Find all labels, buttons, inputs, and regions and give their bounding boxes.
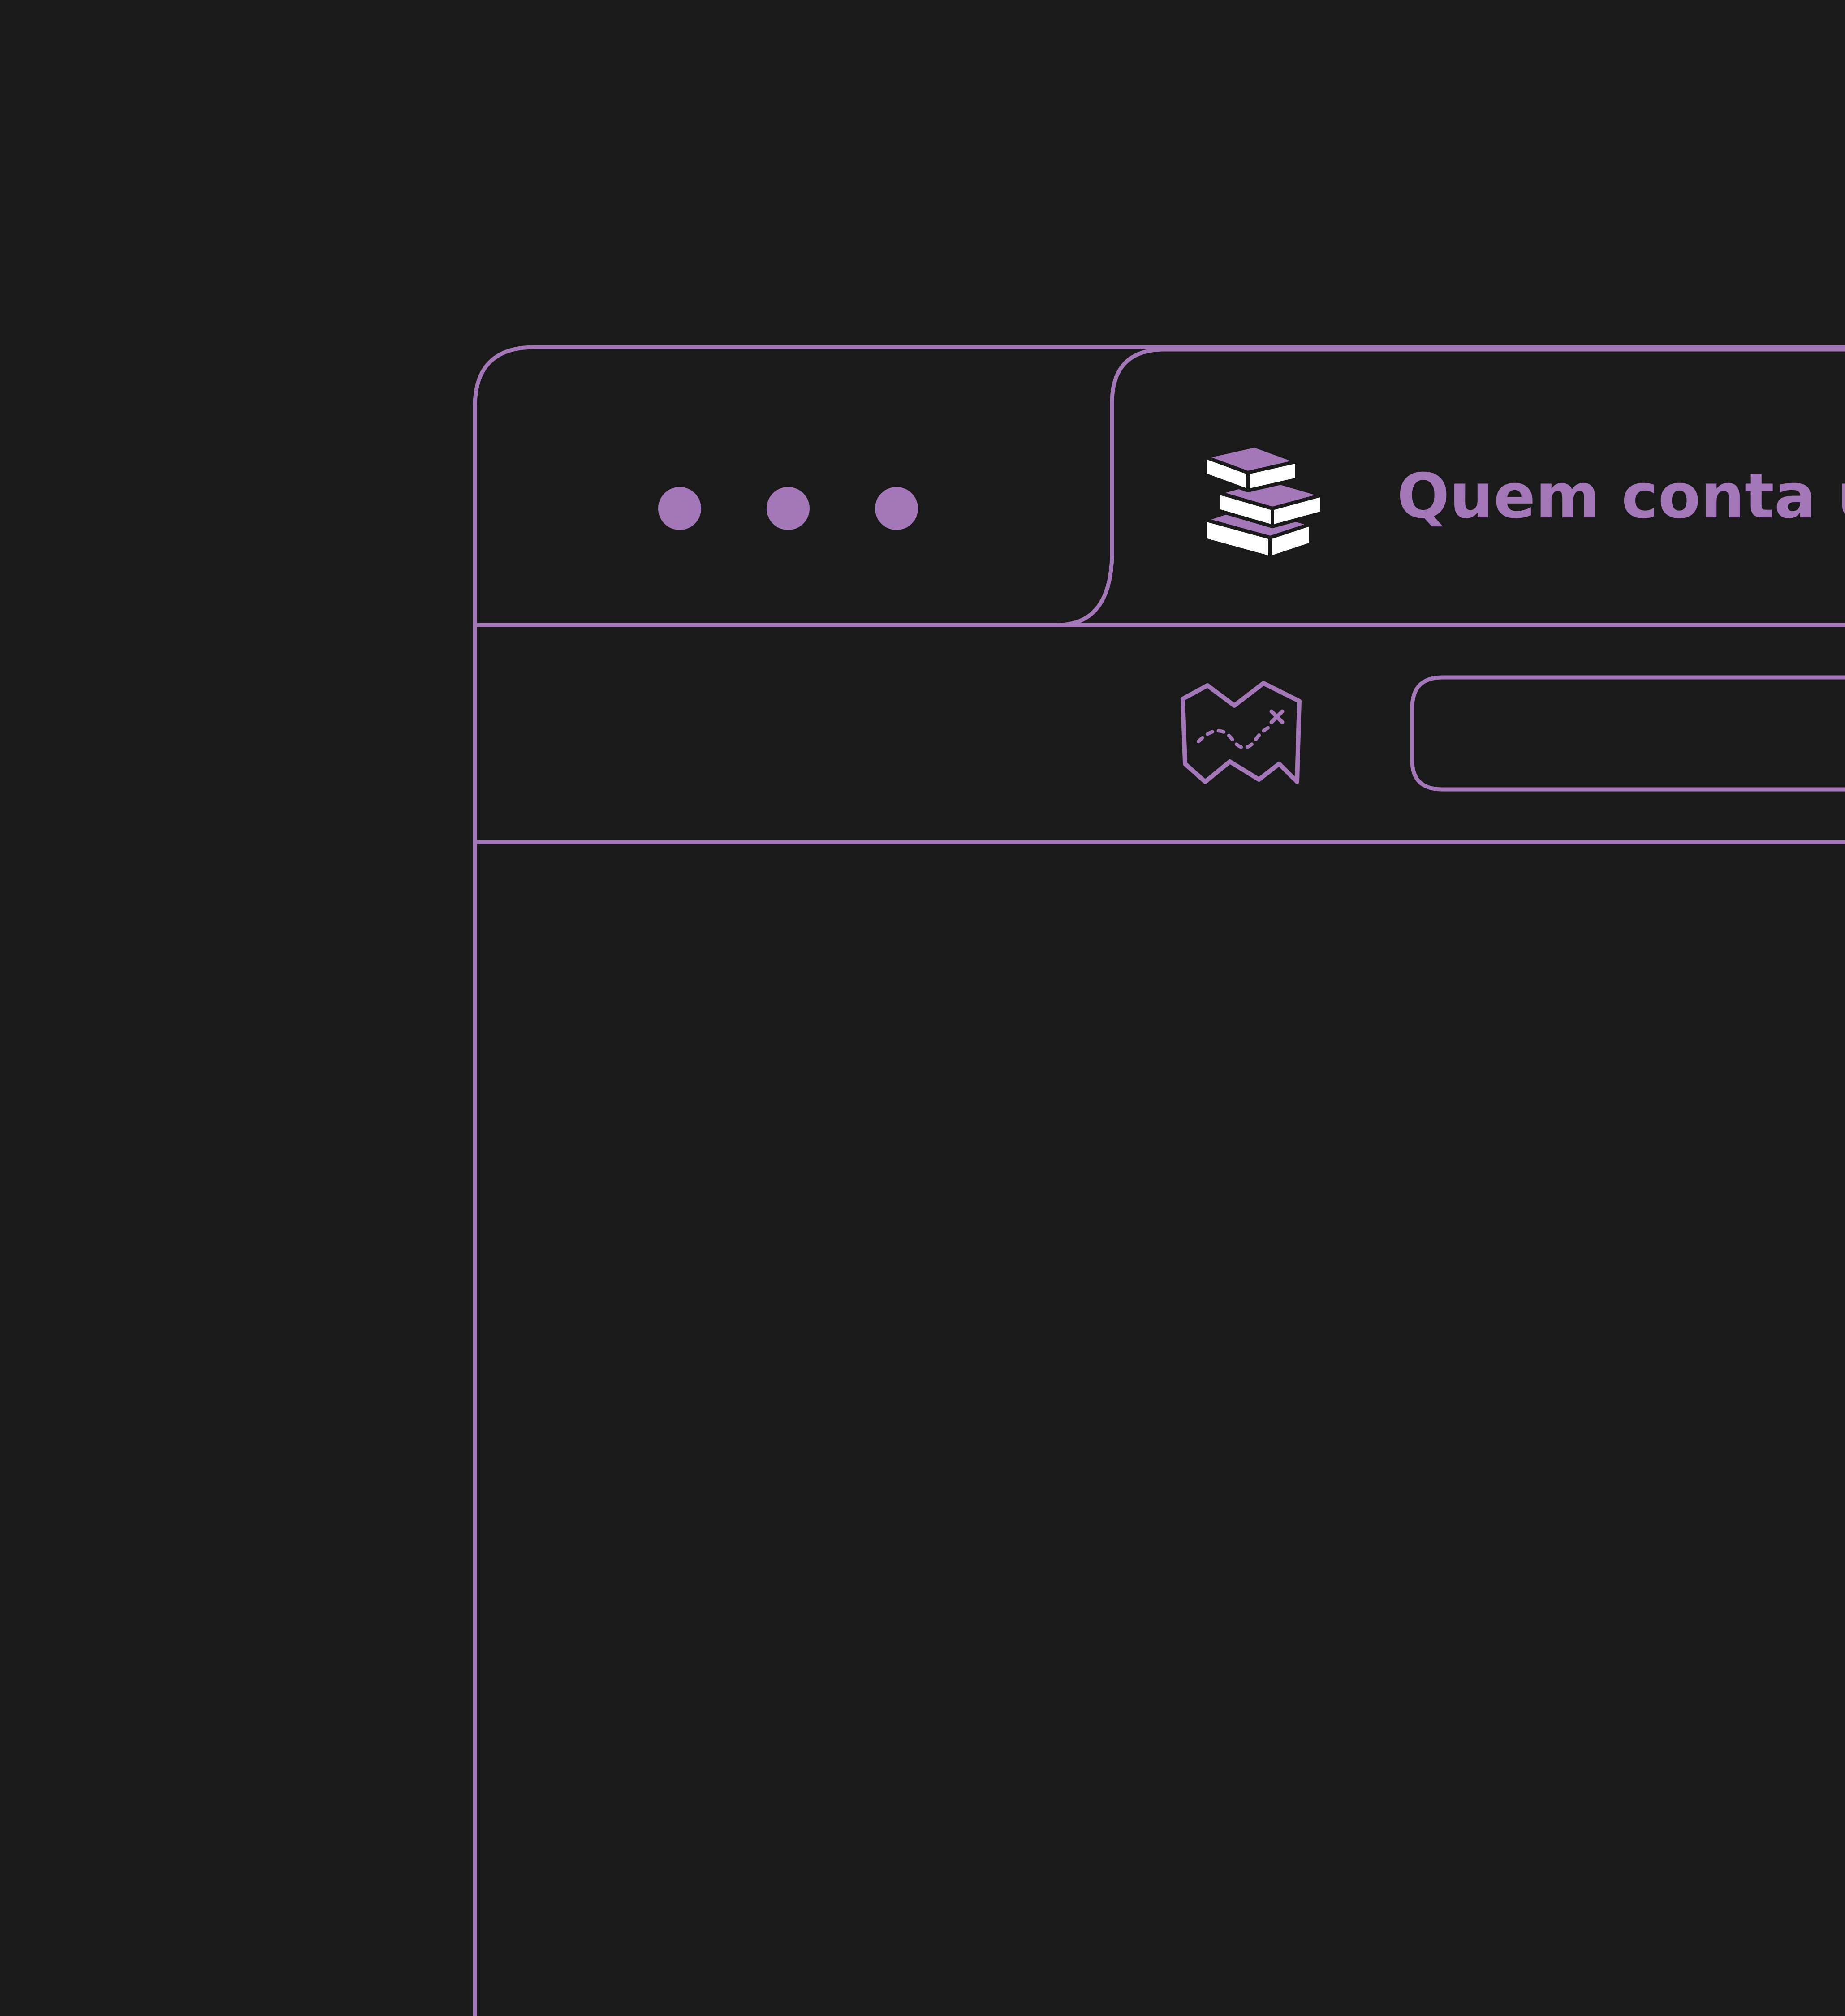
browser-illustration (473, 345, 1845, 2016)
tab-title: Quem conta um c (1397, 460, 1845, 532)
window-control-close[interactable] (658, 487, 701, 530)
window-control-minimize[interactable] (767, 487, 810, 530)
address-bar[interactable] (1410, 675, 1845, 792)
treasure-map-icon[interactable] (1181, 681, 1302, 784)
window-control-maximize[interactable] (875, 487, 918, 530)
window-controls (658, 487, 918, 530)
